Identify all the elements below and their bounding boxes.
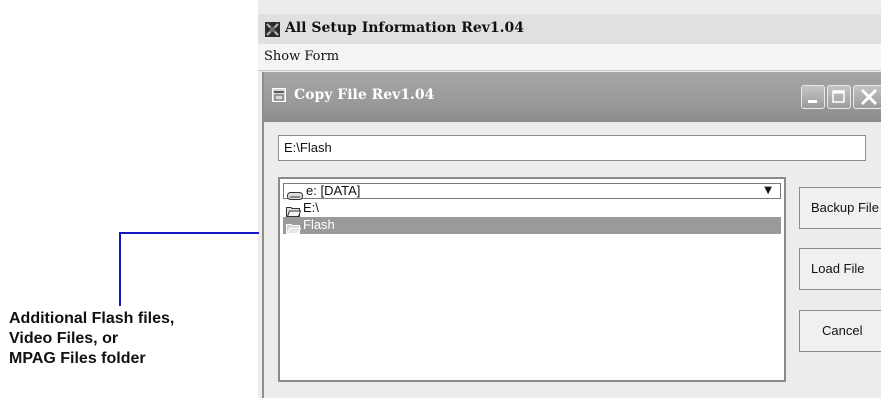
callout-line-horizontal <box>119 232 259 234</box>
callout-line-2: Video Files, or <box>9 330 119 347</box>
dialog-title-bar[interactable]: Copy File Rev1.04 <box>264 72 881 122</box>
outer-title-bar[interactable]: All Setup Information Rev1.04 <box>258 14 881 44</box>
outer-window-title: All Setup Information Rev1.04 <box>285 20 524 36</box>
dialog-icon <box>272 87 286 102</box>
callout-line-vertical <box>119 232 121 306</box>
maximize-icon <box>832 90 845 103</box>
menu-item-show-form[interactable]: Show Form <box>264 49 339 64</box>
drive-select-value: e: [DATA] <box>306 183 361 198</box>
open-folder-icon <box>286 219 302 238</box>
dialog-title: Copy File Rev1.04 <box>294 87 435 103</box>
menu-bar: Show Form <box>258 44 881 71</box>
callout-line-3: MPAG Files folder <box>9 350 146 367</box>
backup-file-button[interactable]: Backup File <box>799 187 881 229</box>
callout-line-1: Additional Flash files, <box>9 310 175 327</box>
chevron-down-icon[interactable]: ▼ <box>764 184 772 198</box>
copy-file-dialog: Copy File Rev1.04 E:\Flash e: [DATA] ▼ E… <box>262 72 881 398</box>
cancel-button[interactable]: Cancel <box>799 310 881 352</box>
callout-annotation: Additional Flash files, Video Files, or … <box>9 309 174 369</box>
folder-browser[interactable]: e: [DATA] ▼ E:\ Flash <box>278 177 786 382</box>
minimize-button[interactable] <box>801 85 825 109</box>
folder-label: Flash <box>303 217 335 232</box>
drive-select[interactable]: e: [DATA] ▼ <box>283 183 781 200</box>
maximize-button[interactable] <box>827 85 851 109</box>
app-icon <box>265 22 280 37</box>
close-icon <box>860 88 878 106</box>
path-input[interactable]: E:\Flash <box>278 135 866 161</box>
folder-item-flash[interactable]: Flash <box>283 217 781 234</box>
outer-window: All Setup Information Rev1.04 Show Form … <box>258 0 881 398</box>
folder-item-root[interactable]: E:\ <box>283 200 781 217</box>
load-file-button[interactable]: Load File <box>799 248 881 290</box>
close-button[interactable] <box>853 85 881 109</box>
minimize-icon <box>808 100 817 103</box>
folder-label: E:\ <box>303 200 319 215</box>
